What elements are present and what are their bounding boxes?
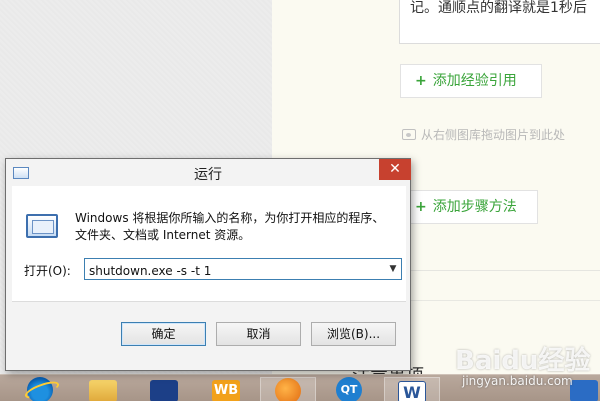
blue-app-icon xyxy=(570,380,598,401)
plus-icon: + xyxy=(415,199,427,215)
add-step-label: 添加步骤方法 xyxy=(432,199,517,215)
wb-icon: WB xyxy=(212,380,240,401)
orange-app-icon xyxy=(275,378,301,401)
dialog-titlebar[interactable]: 运行 ✕ xyxy=(6,159,411,186)
add-reference-label: 添加经验引用 xyxy=(432,73,517,89)
word-icon: W xyxy=(398,381,426,401)
open-label: 打开(O): xyxy=(24,264,71,278)
lenovo-icon xyxy=(150,380,178,401)
qt-icon: QT xyxy=(336,377,362,401)
taskbar-qt[interactable]: QT xyxy=(321,377,377,401)
plus-icon: + xyxy=(415,73,427,89)
taskbar-lenovo[interactable] xyxy=(136,377,192,401)
step-text: 记。通顺点的翻译就是1秒后 xyxy=(410,0,587,16)
watermark-brand: Baidu经验 xyxy=(455,346,591,376)
divider xyxy=(410,270,600,271)
run-program-icon xyxy=(26,214,58,238)
image-icon xyxy=(402,129,416,140)
taskbar-explorer[interactable] xyxy=(75,377,131,401)
add-step-button[interactable]: + 添加步骤方法 xyxy=(400,190,538,224)
close-button[interactable]: ✕ xyxy=(379,159,411,180)
browse-button[interactable]: 浏览(B)... xyxy=(311,322,396,346)
image-drop-hint: 从右侧图库拖动图片到此处 xyxy=(402,126,565,143)
file-explorer-icon xyxy=(89,380,117,401)
dialog-body: Windows 将根据你所输入的名称，为你打开相应的程序、文件夹、文档或 Int… xyxy=(12,186,406,302)
taskbar-ie[interactable] xyxy=(12,377,68,401)
image-hint-text: 从右侧图库拖动图片到此处 xyxy=(421,128,566,142)
internet-explorer-icon xyxy=(27,377,53,401)
taskbar-wb[interactable]: WB xyxy=(198,377,254,401)
dialog-description: Windows 将根据你所输入的名称，为你打开相应的程序、文件夹、文档或 Int… xyxy=(75,211,385,242)
step-text-box[interactable]: 记。通顺点的翻译就是1秒后 xyxy=(399,0,600,44)
cancel-button[interactable]: 取消 xyxy=(216,322,301,346)
run-dialog: 运行 ✕ Windows 将根据你所输入的名称，为你打开相应的程序、文件夹、文档… xyxy=(5,158,411,371)
dialog-title: 运行 xyxy=(194,167,222,183)
taskbar-word[interactable]: W xyxy=(384,377,440,401)
command-input[interactable] xyxy=(84,258,402,280)
baidu-watermark: Baidu经验 xyxy=(455,340,590,377)
ok-button[interactable]: 确定 xyxy=(121,322,206,346)
watermark-site: jingyan.baidu.com xyxy=(462,374,573,388)
taskbar-orange-app[interactable] xyxy=(260,377,316,401)
divider xyxy=(410,300,600,301)
add-reference-button[interactable]: + 添加经验引用 xyxy=(400,64,542,98)
chevron-down-icon[interactable]: ▼ xyxy=(386,260,400,278)
